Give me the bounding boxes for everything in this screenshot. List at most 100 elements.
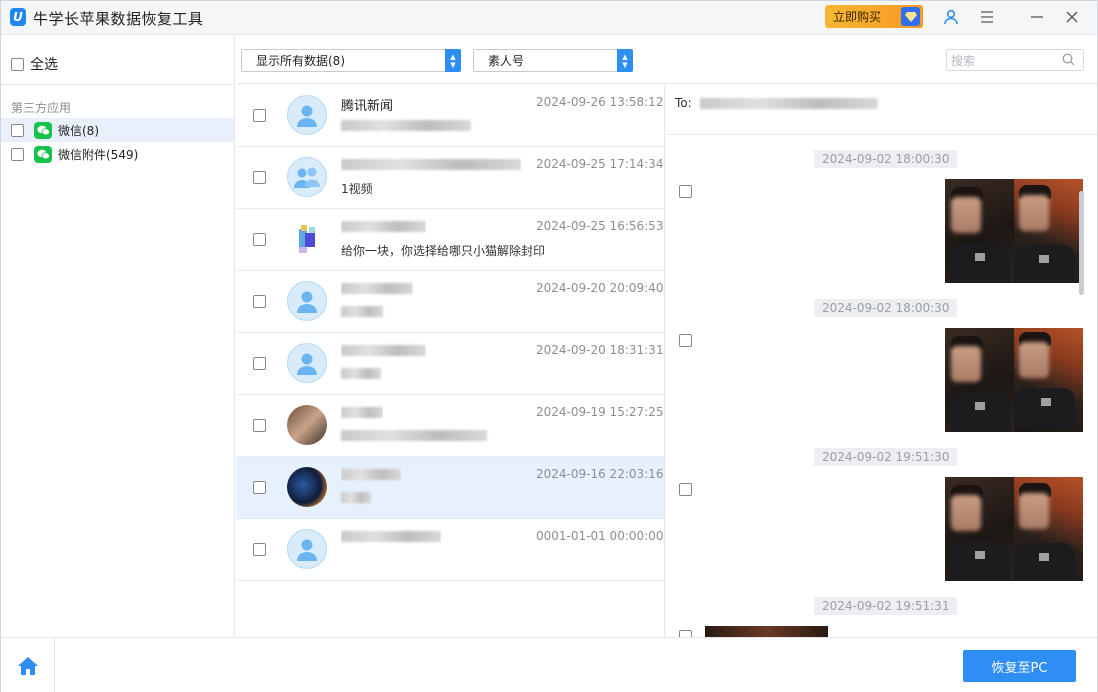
sidebar-item-checkbox[interactable] [11, 123, 24, 137]
contact-name: 腾讯新闻 [341, 99, 394, 114]
avatar [287, 281, 327, 321]
message-preview: 给你一块，你选择给哪只小猫解除封印 [341, 244, 546, 258]
message-time: 2024-09-26 13:58:12 [536, 95, 664, 109]
search-placeholder: 搜索 [951, 53, 976, 68]
wechat-icon [34, 145, 52, 163]
section-label-third-party: 第三方应用 [11, 101, 72, 115]
app-window: U 牛学长苹果数据恢复工具 立即购买 全选 第三方应用 微信(8) 微信附件(5… [0, 0, 1098, 692]
to-label: To: [675, 96, 692, 110]
type-select[interactable]: 素人号 ▲ ▼ [473, 49, 633, 72]
row-checkbox[interactable] [253, 543, 266, 556]
message-preview [341, 490, 371, 504]
recipient-line: To: [675, 96, 878, 110]
buy-now-label: 立即购买 [833, 10, 882, 24]
image-message[interactable] [945, 477, 1083, 581]
message-checkbox[interactable] [679, 630, 692, 637]
minimize-icon[interactable] [1025, 6, 1049, 28]
sidebar-item-checkbox[interactable] [11, 147, 24, 161]
message-time: 2024-09-20 20:09:40 [536, 281, 664, 295]
message-checkbox[interactable] [679, 185, 692, 198]
list-item[interactable]: 2024-09-16 22:03:16 [236, 457, 664, 519]
sidebar-item-wechat[interactable]: 微信(8) [1, 118, 234, 142]
bottom-bar: 恢复至PC [1, 637, 1097, 692]
row-checkbox[interactable] [253, 109, 266, 122]
contact-name [341, 467, 401, 482]
avatar [287, 95, 327, 135]
app-title: 牛学长苹果数据恢复工具 [33, 10, 204, 28]
divider [666, 134, 1097, 135]
message-checkbox[interactable] [679, 483, 692, 496]
message-preview: 1视频 [341, 182, 373, 196]
filter-select-value: 显示所有数据(8) [256, 54, 345, 68]
title-bar: U 牛学长苹果数据恢复工具 立即购买 [1, 1, 1097, 35]
filter-select[interactable]: 显示所有数据(8) ▲ ▼ [241, 49, 461, 72]
row-checkbox[interactable] [253, 171, 266, 184]
message-time: 2024-09-20 18:31:31 [536, 343, 664, 357]
list-item[interactable]: 2024-09-19 15:27:25 [236, 395, 664, 457]
select-all-box[interactable] [11, 57, 24, 71]
select-arrows-icon: ▲ ▼ [445, 49, 461, 72]
app-logo-icon: U [10, 8, 26, 26]
message-detail: To: 2024-09-02 18:00:30 2024-09-02 18:00… [666, 85, 1097, 637]
contact-name [341, 405, 383, 420]
message-preview [341, 366, 381, 380]
image-message[interactable] [705, 626, 828, 637]
avatar [287, 529, 327, 569]
restore-to-pc-button[interactable]: 恢复至PC [963, 650, 1076, 682]
divider [1, 84, 234, 85]
avatar [287, 467, 327, 507]
close-icon[interactable] [1060, 6, 1084, 28]
select-all-label: 全选 [30, 57, 58, 73]
list-item[interactable]: 0001-01-01 00:00:00 [236, 519, 664, 581]
list-item[interactable]: 2024-09-20 18:31:31 [236, 333, 664, 395]
message-timestamp: 2024-09-02 18:00:30 [814, 150, 958, 168]
message-preview [341, 118, 471, 132]
image-message[interactable] [945, 328, 1083, 432]
avatar [287, 343, 327, 383]
message-time: 2024-09-25 16:56:53 [536, 219, 664, 233]
list-item[interactable]: 给你一块，你选择给哪只小猫解除封印 2024-09-25 16:56:53 [236, 209, 664, 271]
row-checkbox[interactable] [253, 419, 266, 432]
search-input[interactable]: 搜索 [946, 49, 1084, 71]
avatar [287, 405, 327, 445]
contact-name [341, 343, 426, 358]
detail-scrollbar[interactable] [1079, 191, 1084, 295]
contact-name [341, 529, 441, 544]
home-icon [17, 656, 38, 675]
toolbar: 显示所有数据(8) ▲ ▼ 素人号 ▲ ▼ 搜索 [236, 36, 1097, 84]
buy-now-button[interactable]: 立即购买 [825, 5, 923, 28]
avatar [287, 219, 327, 259]
message-time: 2024-09-25 17:14:34 [536, 157, 664, 171]
row-checkbox[interactable] [253, 295, 266, 308]
message-time: 2024-09-19 15:27:25 [536, 405, 664, 419]
contact-name [341, 219, 426, 234]
message-timestamp: 2024-09-02 18:00:30 [814, 299, 958, 317]
conversation-list: 腾讯新闻 2024-09-26 13:58:12 1视频 2024-09-25 … [236, 85, 665, 637]
list-item[interactable]: 腾讯新闻 2024-09-26 13:58:12 [236, 85, 664, 147]
user-icon[interactable] [939, 6, 963, 28]
sidebar-item-label: 微信(8) [58, 123, 99, 138]
select-all-checkbox[interactable]: 全选 [11, 54, 58, 74]
row-checkbox[interactable] [253, 357, 266, 370]
message-timestamp: 2024-09-02 19:51:30 [814, 448, 958, 466]
contact-name [341, 157, 521, 172]
menu-icon[interactable] [975, 6, 999, 28]
message-preview [341, 304, 383, 318]
image-message[interactable] [945, 179, 1083, 283]
sidebar-item-wechat-attachments[interactable]: 微信附件(549) [1, 142, 234, 166]
select-arrows-icon: ▲ ▼ [617, 49, 633, 72]
list-item[interactable]: 2024-09-20 20:09:40 [236, 271, 664, 333]
sidebar: 全选 第三方应用 微信(8) 微信附件(549) [1, 36, 235, 636]
restore-label: 恢复至PC [991, 660, 1048, 676]
row-checkbox[interactable] [253, 233, 266, 246]
group-avatar [287, 157, 327, 197]
message-timestamp: 2024-09-02 19:51:31 [814, 597, 958, 615]
home-button[interactable] [1, 638, 55, 692]
message-checkbox[interactable] [679, 334, 692, 347]
row-checkbox[interactable] [253, 481, 266, 494]
list-item[interactable]: 1视频 2024-09-25 17:14:34 [236, 147, 664, 209]
search-icon[interactable] [1062, 53, 1075, 70]
sidebar-item-label: 微信附件(549) [58, 147, 139, 162]
wechat-icon [34, 121, 52, 139]
type-select-value: 素人号 [488, 54, 525, 68]
